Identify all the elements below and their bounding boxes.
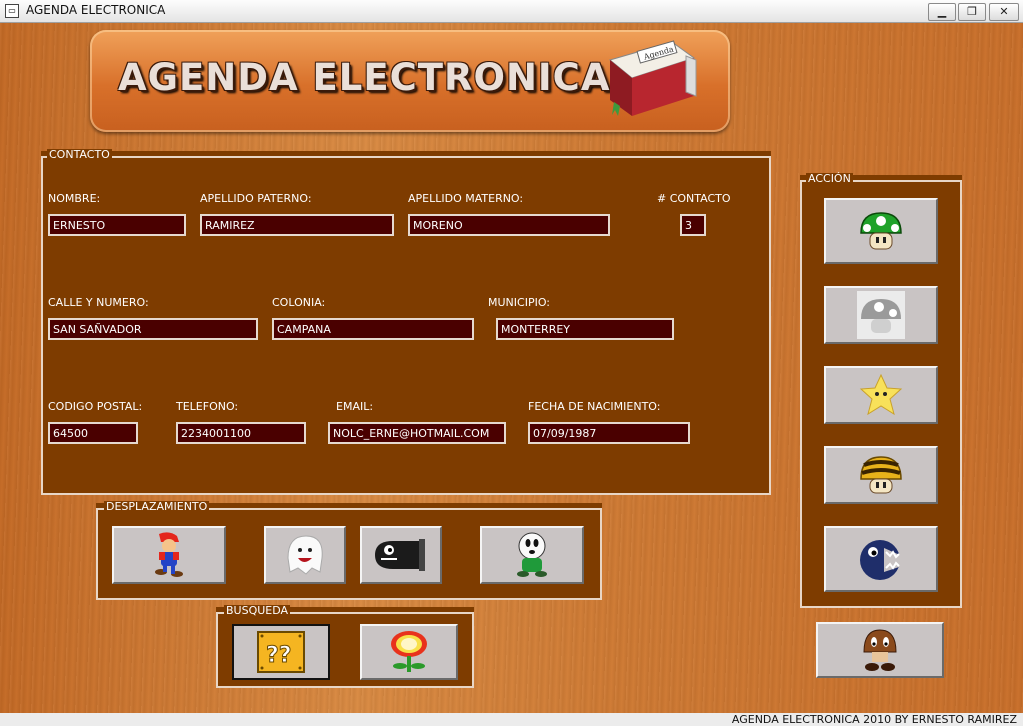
desplazamiento-legend: DESPLAZAMIENTO (104, 500, 210, 513)
book-icon: Agenda (608, 40, 697, 116)
calle-label: CALLE Y NUMERO: (48, 296, 149, 309)
apellido-paterno-field[interactable] (200, 214, 394, 236)
status-bar: AGENDA ELECTRONICA 2010 BY ERNESTO RAMIR… (0, 713, 1023, 726)
contacto-legend: CONTACTO (47, 148, 112, 161)
colonia-field[interactable] (272, 318, 474, 340)
nombre-label: NOMBRE: (48, 192, 101, 205)
next-record-button[interactable] (360, 526, 442, 584)
previous-record-button[interactable] (264, 526, 346, 584)
apellido-materno-field[interactable] (408, 214, 610, 236)
busqueda-group: BUSQUEDA ?? (216, 605, 474, 688)
bee-mushroom-icon (860, 456, 902, 494)
header-banner: AGENDA ELECTRONICA Agenda (90, 30, 730, 132)
num-contacto-label: # CONTACTO (657, 192, 731, 205)
title-bar: ▭ AGENDA ELECTRONICA ▁ ❐ ✕ (0, 0, 1023, 23)
group-top-strip (41, 151, 771, 156)
codigo-postal-field[interactable] (48, 422, 138, 444)
fire-flower-icon (391, 631, 427, 672)
close-button[interactable]: ✕ (989, 3, 1019, 21)
goomba-icon (863, 629, 897, 671)
bullet-bill-icon (375, 539, 425, 571)
accion-group: ACCIÓN (800, 173, 962, 608)
window-title: AGENDA ELECTRONICA (26, 3, 166, 17)
telefono-field[interactable] (176, 422, 306, 444)
fecha-label: FECHA DE NACIMIENTO: (528, 400, 661, 413)
status-text: AGENDA ELECTRONICA 2010 BY ERNESTO RAMIR… (731, 713, 1017, 726)
exit-button[interactable] (816, 622, 944, 678)
save-contact-button[interactable] (824, 366, 938, 424)
banner-title: AGENDA ELECTRONICA (118, 56, 611, 99)
nombre-field[interactable] (48, 214, 186, 236)
accion-legend: ACCIÓN (806, 172, 853, 185)
fecha-field[interactable] (528, 422, 690, 444)
chain-chomp-icon (860, 540, 902, 580)
grey-mushroom-icon (857, 291, 905, 339)
svg-text:??: ?? (266, 643, 292, 668)
minimize-button[interactable]: ▁ (928, 3, 956, 21)
edit-contact-button[interactable] (824, 286, 938, 344)
num-contacto-field[interactable] (680, 214, 706, 236)
star-icon (859, 373, 903, 416)
search-button[interactable]: ?? (232, 624, 330, 680)
telefono-label: TELEFONO: (176, 400, 239, 413)
apellido-materno-label: APELLIDO MATERNO: (408, 192, 524, 205)
email-label: EMAIL: (336, 400, 374, 413)
last-record-button[interactable] (480, 526, 584, 584)
update-contact-button[interactable] (824, 446, 938, 504)
boo-ghost-icon (287, 535, 323, 575)
restore-button[interactable]: ❐ (958, 3, 986, 21)
calle-field[interactable] (48, 318, 258, 340)
apellido-paterno-label: APELLIDO PATERNO: (200, 192, 312, 205)
email-field[interactable] (328, 422, 506, 444)
mario-icon (155, 532, 183, 577)
busqueda-legend: BUSQUEDA (224, 604, 291, 617)
green-mushroom-icon (860, 212, 902, 250)
municipio-field[interactable] (496, 318, 674, 340)
question-block-icon: ?? (257, 631, 305, 673)
desplazamiento-group: DESPLAZAMIENTO (96, 501, 602, 600)
add-contact-button[interactable] (824, 198, 938, 264)
codigo-postal-label: CODIGO POSTAL: (48, 400, 143, 413)
shy-guy-icon (517, 532, 547, 577)
first-record-button[interactable] (112, 526, 226, 584)
search-action-button[interactable] (360, 624, 458, 680)
colonia-label: COLONIA: (272, 296, 326, 309)
delete-contact-button[interactable] (824, 526, 938, 592)
app-icon: ▭ (5, 4, 19, 18)
municipio-label: MUNICIPIO: (488, 296, 550, 309)
contacto-group: CONTACTO NOMBRE: APELLIDO PATERNO: APELL… (41, 149, 771, 495)
